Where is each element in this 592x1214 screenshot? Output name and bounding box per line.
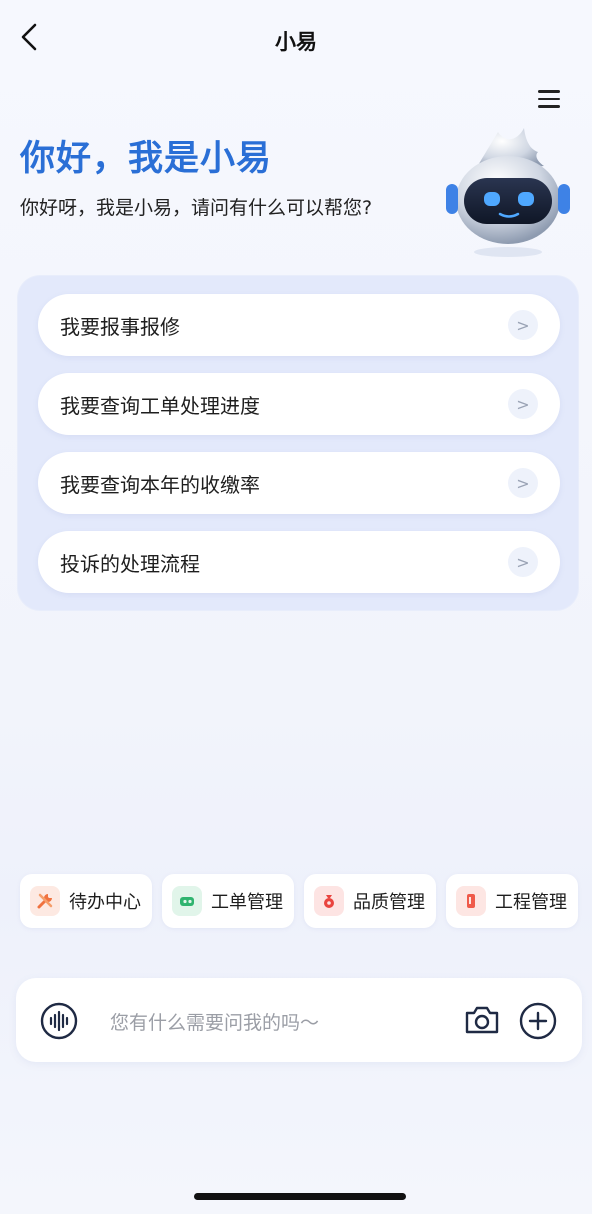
voice-button[interactable] xyxy=(40,1002,78,1040)
home-indicator xyxy=(194,1193,406,1200)
chevron-right-icon: > xyxy=(508,310,538,340)
shortcut-label: 品质管理 xyxy=(353,892,425,913)
shortcut-label: 工单管理 xyxy=(211,892,283,913)
hamburger-menu-icon[interactable] xyxy=(538,90,560,110)
shortcut-engineering-management[interactable]: 工程管理 xyxy=(446,874,578,928)
shortcut-todo-center[interactable]: 待办中心 xyxy=(20,874,152,928)
ticket-icon xyxy=(172,886,202,916)
camera-icon xyxy=(465,1006,499,1034)
voice-wave-icon xyxy=(40,1002,78,1040)
suggestion-item[interactable]: 我要查询工单处理进度 > xyxy=(38,373,560,435)
camera-button[interactable] xyxy=(462,1001,502,1039)
suggestion-item[interactable]: 投诉的处理流程 > xyxy=(38,531,560,593)
suggestion-label: 我要查询工单处理进度 xyxy=(60,393,260,418)
add-button[interactable] xyxy=(518,1001,558,1041)
suggestion-item[interactable]: 我要报事报修 > xyxy=(38,294,560,356)
shortcut-label: 待办中心 xyxy=(69,892,141,913)
suggestions-panel: 我要报事报修 > 我要查询工单处理进度 > 我要查询本年的收缴率 > 投诉的处理… xyxy=(18,276,578,610)
chat-input[interactable]: 您有什么需要问我的吗～ xyxy=(110,1008,319,1035)
plus-circle-icon xyxy=(519,1002,557,1040)
shortcut-ticket-management[interactable]: 工单管理 xyxy=(162,874,294,928)
page-title: 小易 xyxy=(275,30,317,54)
tools-icon xyxy=(30,886,60,916)
chevron-right-icon: > xyxy=(508,547,538,577)
chevron-right-icon: > xyxy=(508,468,538,498)
robot-avatar xyxy=(446,128,570,257)
chat-input-bar: 您有什么需要问我的吗～ xyxy=(16,978,582,1062)
shortcut-bar: 待办中心 工单管理 品质管理 工程管理 xyxy=(20,874,580,928)
suggestion-item[interactable]: 我要查询本年的收缴率 > xyxy=(38,452,560,514)
chevron-right-icon: > xyxy=(508,389,538,419)
suggestion-label: 投诉的处理流程 xyxy=(60,551,200,576)
greeting-title: 你好，我是小易 xyxy=(20,139,273,179)
engineering-icon xyxy=(456,886,486,916)
shortcut-label: 工程管理 xyxy=(495,892,567,913)
greeting-subtitle: 你好呀，我是小易，请问有什么可以帮您? xyxy=(20,197,373,219)
suggestion-label: 我要报事报修 xyxy=(60,314,180,339)
shortcut-quality-management[interactable]: 品质管理 xyxy=(304,874,436,928)
quality-bag-icon xyxy=(314,886,344,916)
suggestion-label: 我要查询本年的收缴率 xyxy=(60,472,260,497)
